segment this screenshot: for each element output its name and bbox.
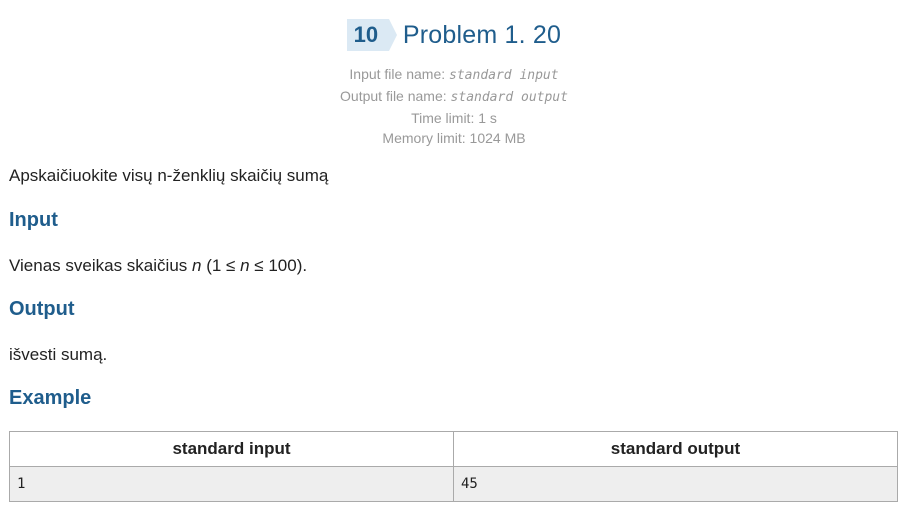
input-heading: Input [9, 209, 58, 231]
output-heading: Output [9, 298, 75, 320]
output-file-line: Output file name: standard output [0, 86, 908, 108]
input-variable: n [240, 256, 250, 275]
output-description: išvesti sumą. [9, 345, 108, 364]
example-input-cell: 1 [9, 466, 454, 502]
table-row: 1 45 [9, 466, 898, 502]
column-header: standard input [9, 431, 454, 467]
problem-title: Problem 1. 20 [402, 20, 562, 49]
memory-limit: Memory limit: 1024 MB [382, 130, 526, 146]
example-output-cell: 45 [453, 466, 898, 502]
problem-header: 10 Problem 1. 20 [0, 18, 908, 52]
column-header: standard output [453, 431, 898, 467]
problem-statement: Apskaičiuokite visų n-ženklių skaičių su… [9, 166, 329, 185]
table-header-row: standard input standard output [9, 431, 898, 467]
problem-number-badge: 10 [346, 19, 397, 51]
output-file-value: standard output [450, 90, 568, 105]
input-file-label: Input file name: [349, 66, 450, 82]
output-file-label: Output file name: [340, 88, 451, 104]
example-heading: Example [9, 387, 92, 409]
time-limit: Time limit: 1 s [411, 110, 497, 126]
problem-limits: Input file name: standard input Output f… [0, 64, 908, 148]
input-file-line: Input file name: standard input [0, 64, 908, 86]
input-text-part: Vienas sveikas skaičius [9, 256, 192, 275]
input-description: Vienas sveikas skaičius n (1 ≤ n ≤ 100). [9, 256, 307, 276]
example-table: standard input standard output 1 45 [9, 431, 898, 502]
input-text-part: (1 ≤ [201, 256, 241, 275]
input-file-value: standard input [449, 68, 559, 83]
input-text-part: ≤ 100). [249, 256, 308, 275]
